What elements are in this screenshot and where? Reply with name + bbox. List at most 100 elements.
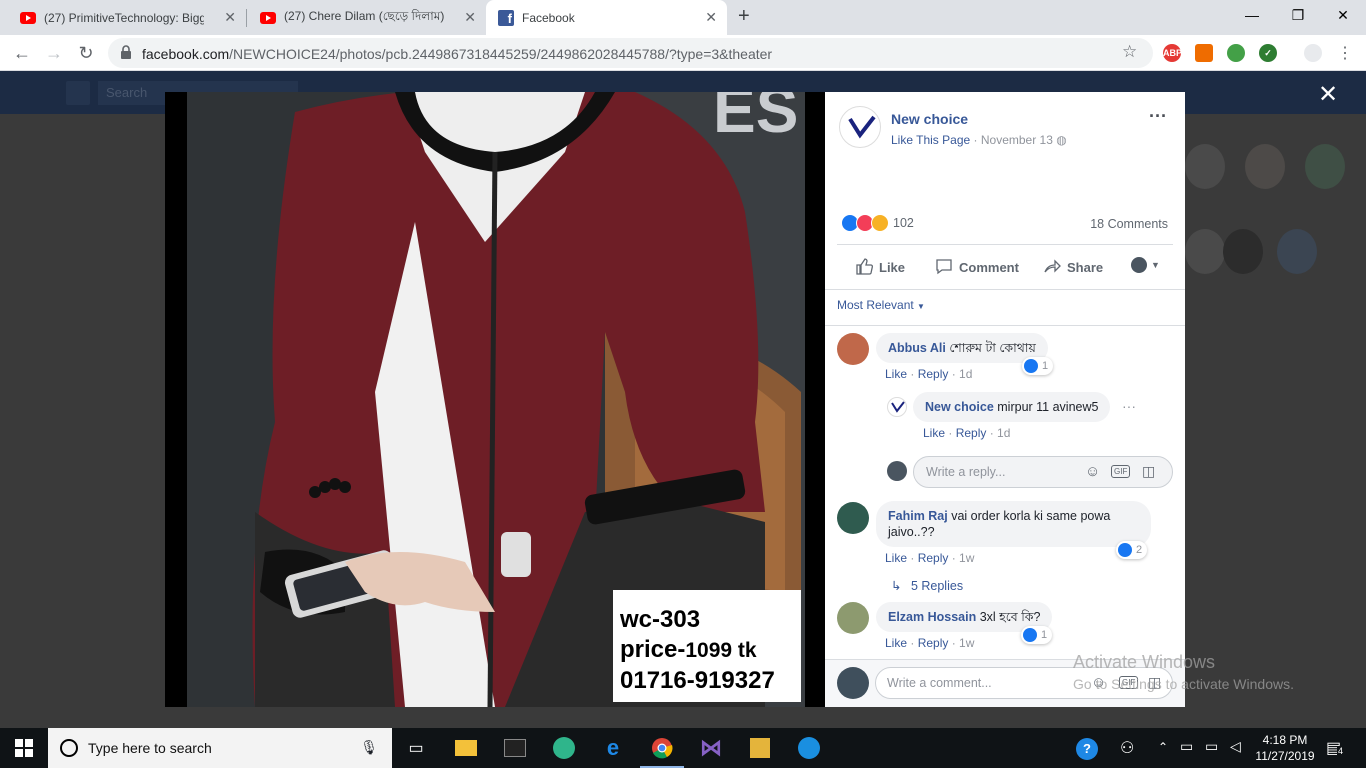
- comment-like-link[interactable]: Like: [885, 636, 907, 650]
- back-icon[interactable]: ←: [10, 41, 34, 65]
- like-reaction-icon: [1024, 359, 1038, 373]
- extension-check-icon[interactable]: ✓: [1259, 44, 1277, 62]
- comment-like-count[interactable]: 2: [1116, 541, 1148, 559]
- sticker-icon[interactable]: ◫: [1142, 463, 1155, 480]
- forward-icon[interactable]: →: [42, 41, 66, 65]
- reply-bubble: New choice mirpur 11 avinew5: [913, 392, 1111, 422]
- close-tab-icon[interactable]: ✕: [705, 9, 717, 26]
- extension-globe-icon[interactable]: [1227, 44, 1245, 62]
- page-name-link[interactable]: New choice: [891, 111, 968, 127]
- comment-bubble: Fahim Raj vai order korla ki same powa j…: [876, 501, 1151, 547]
- tray-chevron-icon[interactable]: ⌃: [1158, 740, 1168, 754]
- terminal-icon[interactable]: [503, 736, 527, 760]
- microphone-icon[interactable]: 🎙: [360, 739, 378, 756]
- reload-icon[interactable]: ↻: [74, 41, 98, 65]
- reaction-selector-avatar[interactable]: ▼: [1131, 257, 1160, 273]
- comment-reply-link[interactable]: Reply: [918, 367, 949, 381]
- comment-button-label: Comment: [959, 260, 1019, 275]
- page-avatar[interactable]: [839, 106, 881, 148]
- emoji-icon[interactable]: ☺: [1085, 463, 1100, 480]
- maximize-button[interactable]: ❐: [1275, 0, 1321, 30]
- reply-author[interactable]: New choice: [925, 400, 994, 414]
- youtube-icon: [260, 10, 276, 26]
- tab-youtube-2[interactable]: (27) Chere Dilam (ছেড়ে দিলাম) | F ✕: [240, 0, 486, 35]
- view-more-replies-link[interactable]: ↳ 5 Replies: [891, 578, 963, 593]
- bookmark-star-icon[interactable]: ☆: [1122, 42, 1137, 62]
- comment-reply-link[interactable]: Reply: [918, 551, 949, 565]
- visual-studio-icon[interactable]: ⋈: [699, 735, 723, 760]
- comment-like-link[interactable]: Like: [885, 367, 907, 381]
- comment-author[interactable]: Abbus Ali: [888, 341, 946, 355]
- right-sidebar: [1185, 114, 1366, 728]
- like-button[interactable]: Like: [855, 257, 905, 278]
- minimize-button[interactable]: —: [1229, 0, 1275, 30]
- close-theater-icon[interactable]: ✕: [1318, 80, 1338, 109]
- comment-time[interactable]: 1w: [959, 636, 974, 650]
- like-button-label: Like: [879, 260, 906, 275]
- task-view-icon[interactable]: ▭: [404, 736, 428, 760]
- profile-avatar-icon[interactable]: [1304, 44, 1322, 62]
- clock-date: 11/27/2019: [1255, 749, 1315, 763]
- menu-icon[interactable]: ⋮: [1337, 43, 1353, 63]
- new-tab-button[interactable]: +: [738, 5, 750, 28]
- comment-icon: [935, 257, 953, 278]
- comment-time[interactable]: 1w: [959, 551, 974, 565]
- close-tab-icon[interactable]: ✕: [224, 9, 236, 26]
- comment-like-count[interactable]: 1: [1022, 357, 1054, 375]
- gif-icon[interactable]: GIF: [1111, 465, 1131, 478]
- comment-author[interactable]: Elzam Hossain: [888, 610, 976, 624]
- comments-count-link[interactable]: 18 Comments: [1090, 217, 1168, 231]
- edge-icon[interactable]: e: [601, 735, 625, 760]
- reply-options-icon[interactable]: ···: [1122, 398, 1136, 414]
- comment-like-count[interactable]: 1: [1021, 626, 1053, 644]
- like-reaction-icon: [1118, 543, 1132, 557]
- chrome-icon[interactable]: [650, 736, 674, 760]
- taskbar-search-box[interactable]: Type here to search 🎙: [48, 728, 392, 768]
- user-avatar: [1131, 257, 1147, 273]
- volume-icon[interactable]: ◁: [1230, 738, 1241, 755]
- sort-comments-dropdown[interactable]: Most Relevant ▼: [837, 298, 925, 312]
- commenter-avatar[interactable]: [837, 502, 869, 534]
- network-icon[interactable]: ▭: [1180, 738, 1193, 755]
- like-page-link[interactable]: Like This Page: [891, 133, 970, 147]
- comment-time[interactable]: 1d: [959, 367, 972, 381]
- battery-icon[interactable]: ▭: [1205, 738, 1218, 755]
- post-options-icon[interactable]: ···: [1149, 106, 1167, 127]
- commenter-avatar[interactable]: [837, 333, 869, 365]
- reactions-summary[interactable]: 102: [841, 214, 914, 232]
- post-date[interactable]: November 13: [981, 133, 1053, 147]
- reply-time[interactable]: 1d: [997, 426, 1010, 440]
- tab-title: (27) PrimitiveTechnology: Biggest: [44, 10, 204, 25]
- reply-input[interactable]: Write a reply... ☺ GIF ◫: [913, 456, 1173, 488]
- atom-icon[interactable]: [552, 736, 576, 760]
- tab-facebook[interactable]: f Facebook ✕: [486, 0, 727, 35]
- network-app-icon[interactable]: [797, 736, 821, 760]
- reply-avatar[interactable]: [887, 397, 907, 417]
- close-tab-icon[interactable]: ✕: [464, 9, 476, 26]
- comment-button[interactable]: Comment: [935, 257, 1019, 278]
- comment-author[interactable]: Fahim Raj: [888, 509, 948, 523]
- file-manager-icon[interactable]: [748, 736, 772, 760]
- tab-youtube-1[interactable]: (27) PrimitiveTechnology: Biggest ✕: [0, 0, 246, 35]
- comment-like-link[interactable]: Like: [885, 551, 907, 565]
- reply-reply-link[interactable]: Reply: [956, 426, 987, 440]
- help-icon[interactable]: ?: [1076, 738, 1098, 760]
- reply-like-link[interactable]: Like: [923, 426, 945, 440]
- caption-code: wc-303: [620, 606, 701, 633]
- clock[interactable]: 4:18 PM 11/27/2019: [1252, 732, 1318, 764]
- windows-start-icon[interactable]: [12, 736, 36, 760]
- people-icon[interactable]: ⚇: [1120, 738, 1134, 758]
- caption-price-label: price-: [620, 636, 686, 663]
- close-window-button[interactable]: ✕: [1320, 0, 1366, 30]
- commenter-avatar[interactable]: [837, 602, 869, 634]
- post-photo[interactable]: ES wc-303 price-1099 tk 01716-919327: [165, 92, 825, 707]
- adblock-icon[interactable]: ABP: [1163, 44, 1182, 62]
- comment-reply-link[interactable]: Reply: [918, 636, 949, 650]
- cortana-icon: [60, 739, 78, 757]
- share-button[interactable]: Share: [1043, 257, 1103, 278]
- address-bar[interactable]: facebook.com/NEWCHOICE24/photos/pcb.2449…: [108, 38, 1153, 68]
- extension-orange-icon[interactable]: [1195, 44, 1213, 62]
- divider: [825, 289, 1185, 290]
- facebook-logo-icon[interactable]: [66, 81, 90, 105]
- file-explorer-icon[interactable]: [454, 736, 478, 760]
